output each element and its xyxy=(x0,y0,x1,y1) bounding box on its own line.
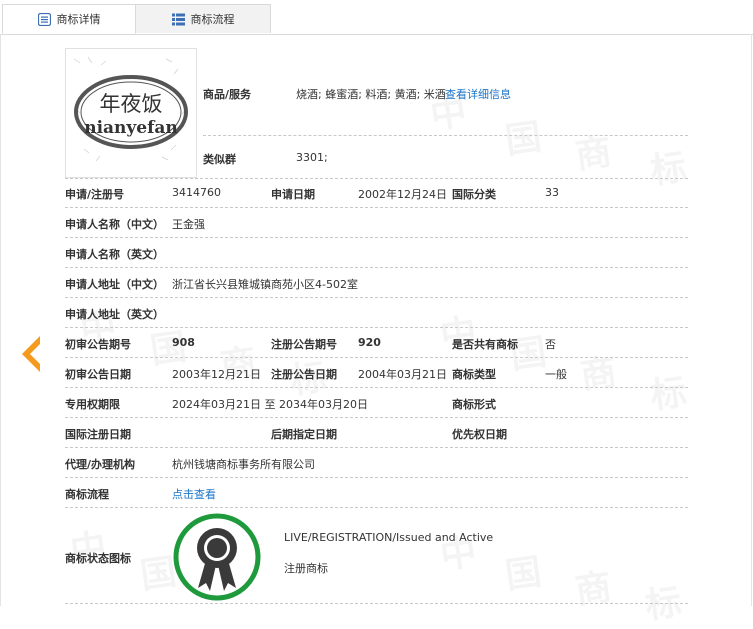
agent-value: 杭州钱塘商标事务所有限公司 xyxy=(172,458,315,471)
status-english: LIVE/REGISTRATION/Issued and Active xyxy=(284,531,494,544)
goods-label: 商品/服务 xyxy=(203,88,252,101)
tab-trademark-detail[interactable]: 商标详情 xyxy=(2,4,136,34)
trademark-logo-graphic: 年夜饭 nianyefan xyxy=(73,56,188,162)
prelim-pub-date-value: 2003年12月21日 xyxy=(172,368,261,381)
registered-status-medal-icon xyxy=(173,513,261,601)
trademark-flow-label: 商标流程 xyxy=(65,488,109,501)
similar-group-value: 3301; xyxy=(296,151,328,164)
applicant-cn-label: 申请人名称（中文） xyxy=(65,218,164,231)
divider xyxy=(65,207,688,208)
later-designation-date-label: 后期指定日期 xyxy=(271,428,337,441)
divider xyxy=(65,297,688,298)
reg-pub-date-label: 注册公告日期 xyxy=(271,368,337,381)
status-icon-label: 商标状态图标 xyxy=(65,552,131,565)
rights-period-label: 专用权期限 xyxy=(65,398,120,411)
agent-label: 代理/办理机构 xyxy=(65,458,136,471)
app-date-label: 申请日期 xyxy=(271,188,315,201)
divider xyxy=(65,603,688,604)
shared-trademark-value: 否 xyxy=(545,338,556,351)
similar-group-label: 类似群 xyxy=(203,153,236,166)
reg-pub-no-label: 注册公告期号 xyxy=(271,338,337,351)
prelim-pub-date-label: 初审公告日期 xyxy=(65,368,131,381)
divider xyxy=(65,267,688,268)
divider xyxy=(65,357,688,358)
previous-arrow-icon[interactable] xyxy=(18,334,44,374)
app-date-value: 2002年12月24日 xyxy=(358,188,447,201)
shared-trademark-label: 是否共有商标 xyxy=(452,338,518,351)
trademark-type-label: 商标类型 xyxy=(452,368,496,381)
applicant-cn-value: 王金强 xyxy=(172,218,205,231)
intl-class-value: 33 xyxy=(545,186,559,199)
reg-no-value: 3414760 xyxy=(172,186,221,199)
trademark-type-value: 一般 xyxy=(545,368,567,381)
reg-pub-no-value: 920 xyxy=(358,336,381,349)
tab-bar: 商标详情 商标流程 xyxy=(0,0,753,35)
tab-trademark-process[interactable]: 商标流程 xyxy=(136,4,271,33)
trademark-logo-image: 年夜饭 nianyefan xyxy=(65,48,197,178)
rights-period-value: 2024年03月21日 至 2034年03月20日 xyxy=(172,398,368,411)
detail-list-icon xyxy=(37,12,51,26)
prelim-pub-no-label: 初审公告期号 xyxy=(65,338,131,351)
prelim-pub-no-value: 908 xyxy=(172,336,195,349)
reg-pub-date-value: 2004年03月21日 xyxy=(358,368,447,381)
tab-label: 商标流程 xyxy=(190,13,235,26)
priority-date-label: 优先权日期 xyxy=(452,428,507,441)
divider xyxy=(203,135,688,136)
intl-reg-date-label: 国际注册日期 xyxy=(65,428,131,441)
intl-class-label: 国际分类 xyxy=(452,188,496,201)
logo-pinyin-text: nianyefan xyxy=(84,118,178,138)
view-details-link[interactable]: 查看详细信息 xyxy=(445,86,511,102)
address-cn-label: 申请人地址（中文） xyxy=(65,278,164,291)
divider xyxy=(65,447,688,448)
divider xyxy=(65,507,688,508)
reg-no-label: 申请/注册号 xyxy=(65,188,125,201)
divider xyxy=(65,417,688,418)
applicant-en-label: 申请人名称（英文） xyxy=(65,248,164,261)
trademark-form-label: 商标形式 xyxy=(452,398,496,411)
divider xyxy=(65,387,688,388)
address-en-label: 申请人地址（英文） xyxy=(65,308,164,321)
logo-chinese-text: 年夜饭 xyxy=(100,92,163,116)
process-grid-icon xyxy=(171,13,185,25)
divider xyxy=(65,327,688,328)
divider xyxy=(65,178,688,179)
tab-label: 商标详情 xyxy=(56,13,101,26)
status-chinese: 注册商标 xyxy=(284,562,328,575)
goods-value: 烧酒; 蜂蜜酒; 料酒; 黄酒; 米酒 xyxy=(296,88,446,101)
divider xyxy=(65,237,688,238)
view-flow-link[interactable]: 点击查看 xyxy=(172,486,216,502)
address-cn-value: 浙江省长兴县雉城镇商苑小区4-502室 xyxy=(172,278,358,291)
divider xyxy=(65,477,688,478)
